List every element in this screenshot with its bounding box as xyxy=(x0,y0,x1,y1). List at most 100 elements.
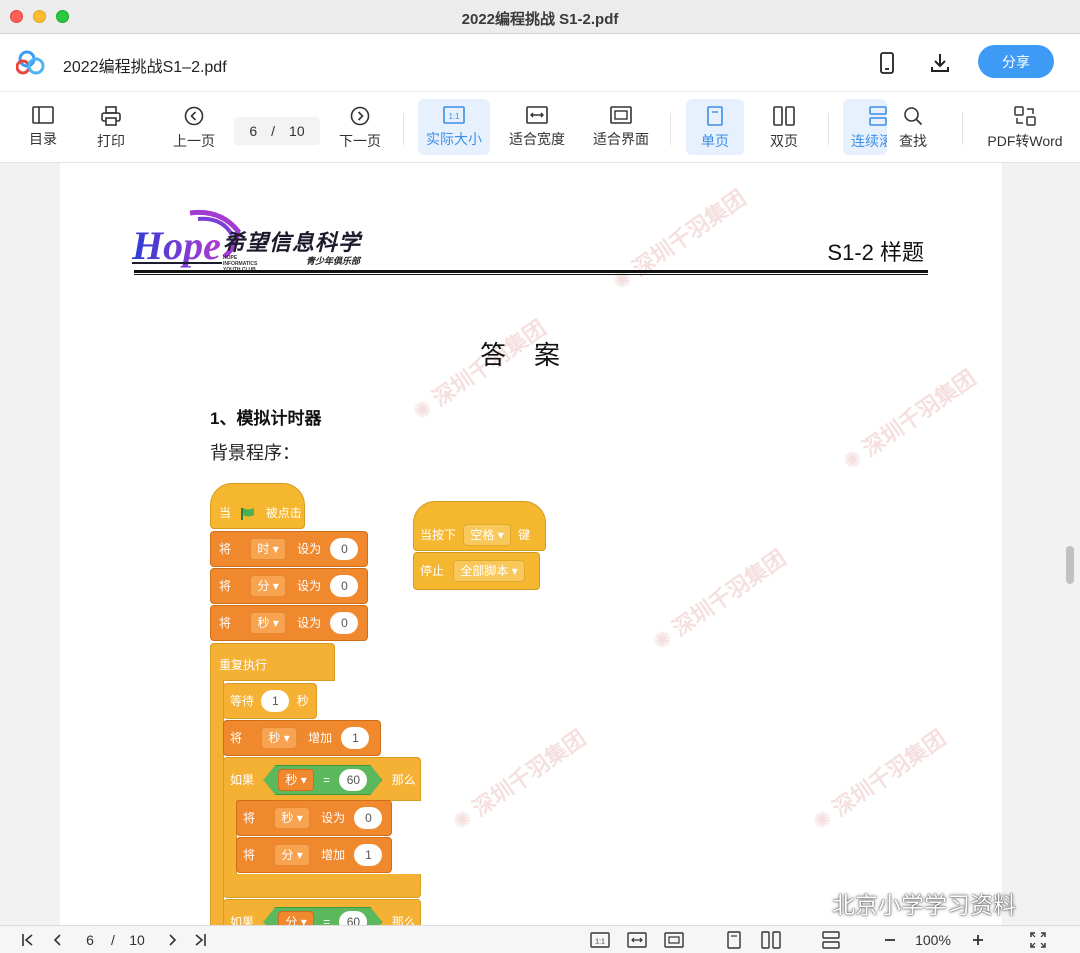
fit-screen-button[interactable]: 适合界面 xyxy=(588,99,654,155)
sample-title: S1-2 样题 xyxy=(827,240,924,265)
fit-screen-label: 适合界面 xyxy=(593,131,649,147)
watermark: ✺ 深圳千羽集团 xyxy=(647,545,791,656)
file-name: 2022编程挑战S1–2.pdf xyxy=(63,59,227,76)
actual-size-icon[interactable]: 1:1 xyxy=(589,930,611,950)
download-icon[interactable] xyxy=(927,50,953,76)
value-pill: 0 xyxy=(330,612,359,634)
share-button[interactable]: 分享 xyxy=(978,45,1054,78)
chevron-right-circle-icon xyxy=(350,106,370,126)
block-text: 如果 xyxy=(230,915,255,925)
app-header: 2022编程挑战S1–2.pdf 分享 xyxy=(0,34,1080,92)
value-pill: 0 xyxy=(354,807,383,829)
variable-dropdown: 分 ▾ xyxy=(274,844,310,866)
next-page-icon[interactable] xyxy=(162,930,182,950)
pdf-to-word-label: PDF转Word xyxy=(987,133,1063,149)
fit-width-label: 适合宽度 xyxy=(509,131,565,147)
block-text: 将 xyxy=(230,731,243,745)
next-page-label: 下一页 xyxy=(339,133,381,149)
value-pill: 0 xyxy=(330,538,359,560)
find-button[interactable]: 查找 xyxy=(890,99,936,155)
phone-icon[interactable] xyxy=(874,50,900,76)
set-second-zero-block: 将 秒 ▾ 设为 0 xyxy=(236,800,392,836)
when-flag-clicked-block: 当 被点击 xyxy=(210,483,305,529)
wechat-icon xyxy=(786,890,825,916)
value-pill: 1 xyxy=(354,844,383,866)
actual-size-label: 实际大小 xyxy=(426,131,482,147)
fullscreen-icon[interactable] xyxy=(1027,930,1049,950)
block-text: 设为 xyxy=(297,579,322,593)
set-second-block: 将 秒 ▾ 设为 0 xyxy=(210,605,368,641)
page-number-input[interactable]: 6 / 10 xyxy=(234,117,320,145)
print-button[interactable]: 打印 xyxy=(88,99,134,155)
block-text: 当按下 xyxy=(420,528,457,542)
actual-size-icon: 1:1 xyxy=(443,106,465,124)
variable-dropdown: 分 ▾ xyxy=(278,911,313,925)
document-viewport[interactable]: ✺ 深圳千羽集团 ✺ 深圳千羽集团 ✺ 深圳千羽集团 ✺ 深圳千羽集团 ✺ 深圳… xyxy=(0,163,1080,925)
equals-condition: 秒 ▾ = 60 xyxy=(263,765,382,795)
if-block: 如果 分 ▾ = 60 那么 xyxy=(223,899,421,925)
continuous-scroll-icon[interactable] xyxy=(820,930,842,950)
bottom-page-separator: / xyxy=(111,932,115,948)
header-rule-thin xyxy=(134,274,928,275)
actual-size-button[interactable]: 1:1 实际大小 xyxy=(418,99,490,155)
fit-screen-icon xyxy=(610,106,632,124)
block-text: 秒 xyxy=(296,694,309,708)
zoom-in-icon[interactable] xyxy=(968,930,988,950)
variable-dropdown: 秒 ▾ xyxy=(274,807,310,829)
bottom-total-pages: 10 xyxy=(129,932,145,948)
last-page-icon[interactable] xyxy=(190,930,210,950)
double-page-label: 双页 xyxy=(770,133,798,149)
fit-screen-icon[interactable] xyxy=(663,930,685,950)
single-page-button[interactable]: 单页 xyxy=(686,99,744,155)
pdf-to-word-button[interactable]: PDF转Word xyxy=(982,99,1068,155)
previous-page-icon[interactable] xyxy=(48,930,68,950)
when-key-pressed-block: 当按下 空格 ▾ 键 xyxy=(413,501,546,551)
wechat-watermark: 北京小学学习资料 xyxy=(786,886,1016,920)
block-text: 等待 xyxy=(230,694,255,708)
pdf-page: ✺ 深圳千羽集团 ✺ 深圳千羽集团 ✺ 深圳千羽集团 ✺ 深圳千羽集团 ✺ 深圳… xyxy=(60,163,1002,925)
svg-text:1:1: 1:1 xyxy=(595,939,605,946)
total-pages: 10 xyxy=(289,123,305,139)
sidebar-icon xyxy=(32,106,54,124)
double-page-icon[interactable] xyxy=(760,930,782,950)
variable-dropdown: 秒 ▾ xyxy=(261,727,297,749)
single-page-icon[interactable] xyxy=(724,930,744,950)
toc-button[interactable]: 目录 xyxy=(20,99,66,155)
next-page-button[interactable]: 下一页 xyxy=(334,99,386,155)
block-text: 将 xyxy=(219,542,232,556)
block-text: 设为 xyxy=(321,811,346,825)
change-second-block: 将 秒 ▾ 增加 1 xyxy=(223,720,381,756)
block-text: 设为 xyxy=(297,616,322,630)
if-block: 如果 秒 ▾ = 60 那么 xyxy=(223,757,421,801)
block-text: 将 xyxy=(243,848,256,862)
zoom-out-icon[interactable] xyxy=(880,930,900,950)
value-pill: 1 xyxy=(341,727,370,749)
chevron-left-circle-icon xyxy=(184,106,204,126)
fit-width-button[interactable]: 适合宽度 xyxy=(504,99,570,155)
cloud-logo-icon xyxy=(16,50,45,75)
zoom-level[interactable]: 100% xyxy=(908,930,958,950)
dd-text: 秒 xyxy=(281,811,294,825)
bottom-current-page[interactable]: 6 xyxy=(82,930,98,950)
variable-dropdown: 分 ▾ xyxy=(250,575,286,597)
stop-option-dropdown: 全部脚本 ▾ xyxy=(453,560,525,582)
fit-width-icon[interactable] xyxy=(626,930,648,950)
continuous-scroll-button[interactable]: 连续滚 xyxy=(843,99,887,155)
block-text: 停止 xyxy=(420,564,445,578)
block-text: 将 xyxy=(243,811,256,825)
current-page: 6 xyxy=(249,123,258,139)
vertical-scrollbar[interactable] xyxy=(1066,546,1074,584)
toolbar-divider xyxy=(828,113,829,145)
wait-block: 等待 1 秒 xyxy=(223,683,317,719)
dd-text: 时 xyxy=(257,542,270,556)
prev-page-button[interactable]: 上一页 xyxy=(168,99,220,155)
double-page-button[interactable]: 双页 xyxy=(758,99,810,155)
watermark: ✺ 深圳千羽集团 xyxy=(807,725,951,836)
variable-dropdown: 秒 ▾ xyxy=(250,612,286,634)
block-text: 增加 xyxy=(321,848,346,862)
convert-icon xyxy=(1014,106,1036,126)
first-page-icon[interactable] xyxy=(18,930,38,950)
brand-club-name: 青少年俱乐部 xyxy=(306,256,361,266)
prev-page-label: 上一页 xyxy=(173,133,215,149)
block-text: 那么 xyxy=(391,915,416,925)
